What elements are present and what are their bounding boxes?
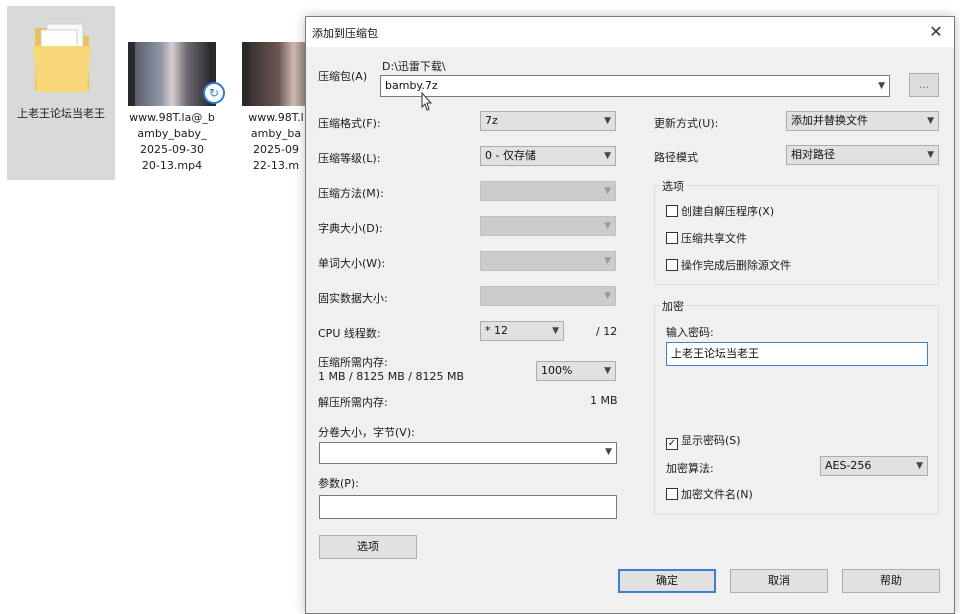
encryption-group-title: 加密 bbox=[660, 298, 686, 314]
format-select[interactable]: 7z ▼ bbox=[480, 111, 616, 131]
chevron-down-icon: ▼ bbox=[927, 116, 934, 126]
title-bar[interactable]: 添加到压缩包 ✕ bbox=[306, 17, 954, 47]
solid-label: 固实数据大小: bbox=[318, 292, 388, 305]
threads-value: * 12 bbox=[485, 324, 508, 337]
chevron-down-icon: ▼ bbox=[604, 366, 611, 376]
threads-label: CPU 线程数: bbox=[318, 327, 381, 340]
checkbox-label: 压缩共享文件 bbox=[681, 232, 747, 245]
shared-files-checkbox[interactable]: 压缩共享文件 bbox=[666, 230, 747, 246]
video-label: www.98T.la@_b amby_baby_ 2025-09-30 20-1… bbox=[129, 111, 215, 172]
memory-usage-value: 100% bbox=[541, 364, 573, 377]
path-mode-label: 路径模式 bbox=[654, 151, 698, 164]
password-input[interactable]: 上老王论坛当老王 bbox=[666, 342, 928, 366]
chevron-down-icon: ▼ bbox=[604, 151, 611, 161]
archive-name-combo[interactable]: bamby.7z ▼ bbox=[380, 75, 890, 97]
archive-label: 压缩包(A) bbox=[318, 70, 368, 83]
chevron-down-icon[interactable]: ▼ bbox=[605, 443, 612, 461]
params-input[interactable] bbox=[319, 495, 617, 519]
checkbox-box[interactable] bbox=[666, 259, 678, 271]
checkbox-box[interactable] bbox=[666, 205, 678, 217]
threads-select[interactable]: * 12 ▼ bbox=[480, 321, 564, 341]
checkbox-checked-icon[interactable]: ✓ bbox=[666, 438, 678, 450]
cursor-icon bbox=[421, 92, 432, 111]
encryption-method-select[interactable]: AES-256 ▼ bbox=[820, 456, 928, 476]
chevron-down-icon: ▼ bbox=[916, 461, 923, 471]
checkbox-label: 创建自解压程序(X) bbox=[681, 205, 775, 218]
format-label: 压缩格式(F): bbox=[318, 117, 381, 130]
share-icon: ↻ bbox=[203, 82, 225, 104]
chevron-down-icon: ▼ bbox=[552, 326, 559, 336]
threads-max: / 12 bbox=[596, 325, 618, 338]
desktop-folder-item[interactable]: 上老王论坛当老王 bbox=[7, 6, 115, 180]
browse-button[interactable]: ... bbox=[909, 73, 939, 97]
update-mode-select[interactable]: 添加并替换文件 ▼ bbox=[786, 111, 939, 131]
password-label: 输入密码: bbox=[666, 326, 714, 339]
encryption-method-label: 加密算法: bbox=[666, 462, 714, 475]
mem-compress-detail: 1 MB / 8125 MB / 8125 MB bbox=[318, 370, 464, 383]
help-button[interactable]: 帮助 bbox=[842, 569, 940, 593]
dict-select: ▼ bbox=[480, 216, 616, 236]
chevron-down-icon: ▼ bbox=[604, 221, 611, 231]
checkbox-label: 操作完成后删除源文件 bbox=[681, 259, 791, 272]
folder-icon bbox=[33, 23, 91, 92]
archive-name-value: bamby.7z bbox=[385, 79, 438, 92]
encrypt-names-checkbox[interactable]: 加密文件名(N) bbox=[666, 486, 753, 502]
checkbox-label: 加密文件名(N) bbox=[681, 488, 753, 501]
options-button[interactable]: 选项 bbox=[319, 535, 417, 559]
level-select[interactable]: 0 - 仅存储 ▼ bbox=[480, 146, 616, 166]
word-label: 单词大小(W): bbox=[318, 257, 386, 270]
method-select: ▼ bbox=[480, 181, 616, 201]
chevron-down-icon: ▼ bbox=[927, 150, 934, 160]
split-label: 分卷大小，字节(V): bbox=[318, 426, 415, 439]
checkbox-box[interactable] bbox=[666, 488, 678, 500]
word-select: ▼ bbox=[480, 251, 616, 271]
path-mode-value: 相对路径 bbox=[791, 148, 835, 161]
chevron-down-icon: ▼ bbox=[604, 116, 611, 126]
level-value: 0 - 仅存储 bbox=[485, 149, 536, 162]
memory-usage-select[interactable]: 100% ▼ bbox=[536, 361, 616, 381]
show-password-checkbox[interactable]: ✓ 显示密码(S) bbox=[666, 432, 741, 450]
split-size-combo[interactable]: ▼ bbox=[319, 442, 617, 464]
cancel-button[interactable]: 取消 bbox=[730, 569, 828, 593]
desktop: 上老王论坛当老王 ↻ www.98T.la@_b amby_baby_ 2025… bbox=[0, 0, 960, 614]
mem-decompress-label: 解压所需内存: bbox=[318, 396, 388, 409]
dialog-title: 添加到压缩包 bbox=[312, 27, 378, 40]
close-icon[interactable]: ✕ bbox=[924, 21, 948, 43]
update-label: 更新方式(U): bbox=[654, 117, 719, 130]
params-label: 参数(P): bbox=[318, 477, 359, 490]
chevron-down-icon: ▼ bbox=[604, 256, 611, 266]
ok-button[interactable]: 确定 bbox=[618, 569, 716, 593]
checkbox-label: 显示密码(S) bbox=[681, 434, 741, 447]
dict-label: 字典大小(D): bbox=[318, 222, 383, 235]
sfx-checkbox[interactable]: 创建自解压程序(X) bbox=[666, 203, 774, 219]
solid-select: ▼ bbox=[480, 286, 616, 306]
folder-label: 上老王论坛当老王 bbox=[17, 107, 105, 120]
delete-after-checkbox[interactable]: 操作完成后删除源文件 bbox=[666, 257, 791, 273]
mem-decompress-value: 1 MB bbox=[590, 394, 618, 407]
chevron-down-icon: ▼ bbox=[604, 186, 611, 196]
update-mode-value: 添加并替换文件 bbox=[791, 114, 868, 127]
mem-compress-label: 压缩所需内存: bbox=[318, 356, 388, 369]
checkbox-box[interactable] bbox=[666, 232, 678, 244]
chevron-down-icon[interactable]: ▼ bbox=[878, 76, 885, 96]
chevron-down-icon: ▼ bbox=[604, 291, 611, 301]
archive-path: D:\迅雷下载\ bbox=[382, 60, 446, 73]
add-to-archive-dialog: 添加到压缩包 ✕ 压缩包(A) D:\迅雷下载\ bamby.7z ▼ ... … bbox=[305, 16, 955, 614]
path-mode-select[interactable]: 相对路径 ▼ bbox=[786, 145, 939, 165]
encryption-method-value: AES-256 bbox=[825, 459, 872, 472]
options-group-title: 选项 bbox=[660, 178, 686, 194]
method-label: 压缩方法(M): bbox=[318, 187, 384, 200]
format-value: 7z bbox=[485, 114, 498, 127]
level-label: 压缩等级(L): bbox=[318, 152, 381, 165]
